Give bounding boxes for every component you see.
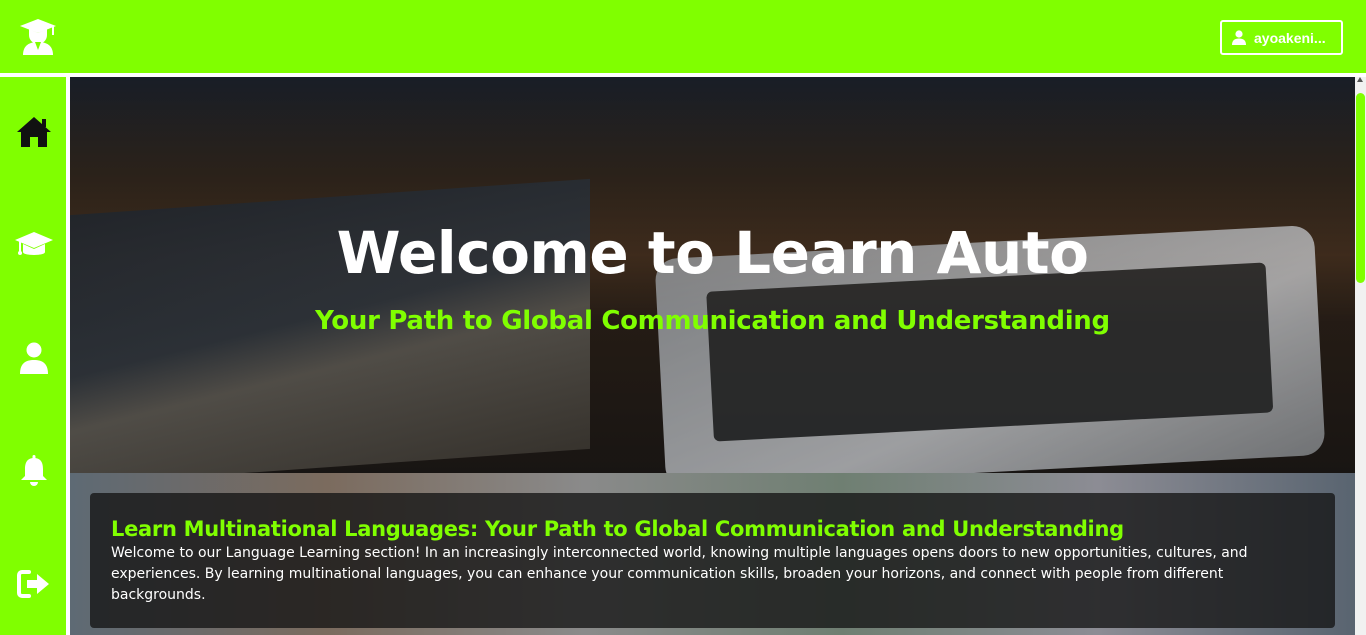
sidebar-item-notifications[interactable] [0, 446, 68, 496]
languages-section: Learn Multinational Languages: Your Path… [70, 473, 1355, 635]
bell-icon [21, 455, 47, 486]
home-icon [17, 117, 51, 147]
user-icon [1232, 30, 1246, 45]
sidebar-item-home[interactable] [0, 107, 68, 157]
sidebar [0, 77, 68, 635]
sidebar-item-profile[interactable] [0, 333, 68, 383]
top-bar: ayoakeni... [0, 0, 1366, 75]
graduation-cap-icon [15, 232, 53, 255]
graduate-icon[interactable] [18, 17, 58, 57]
hero-banner: Welcome to Learn Auto Your Path to Globa… [70, 77, 1355, 473]
sidebar-item-logout[interactable] [0, 559, 68, 609]
section-title: Learn Multinational Languages: Your Path… [111, 517, 1124, 541]
hero-title: Welcome to Learn Auto [336, 219, 1089, 287]
page-scrollbar[interactable] [1355, 77, 1366, 635]
sign-out-icon [17, 570, 49, 598]
scroll-thumb[interactable] [1356, 93, 1365, 283]
user-icon [20, 342, 48, 374]
languages-card: Learn Multinational Languages: Your Path… [90, 493, 1335, 628]
scroll-up-arrow[interactable] [1357, 77, 1363, 82]
username-label: ayoakeni... [1254, 29, 1326, 46]
sidebar-item-courses[interactable] [0, 220, 68, 270]
user-menu-button[interactable]: ayoakeni... [1220, 20, 1343, 55]
section-body: Welcome to our Language Learning section… [111, 545, 1248, 603]
hero-subtitle: Your Path to Global Communication and Un… [315, 306, 1110, 336]
